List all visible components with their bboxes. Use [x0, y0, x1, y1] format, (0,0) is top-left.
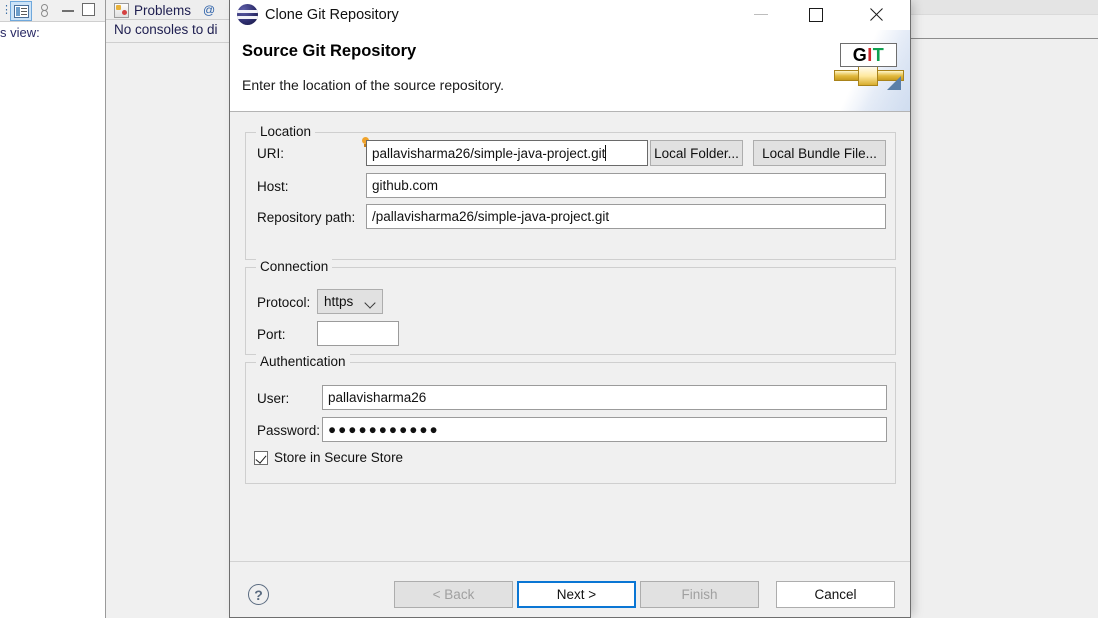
repository-path-input[interactable]: /pallavisharma26/simple-java-project.git [366, 204, 886, 229]
host-label: Host: [257, 179, 289, 194]
protocol-selected-value: https [324, 294, 353, 309]
right-panel-band [899, 0, 1098, 15]
password-input[interactable]: ●●●●●●●●●●● [322, 417, 887, 442]
eclipse-icon [237, 4, 258, 25]
store-in-secure-store-label: Store in Secure Store [274, 450, 403, 465]
minimize-view-icon[interactable] [62, 10, 74, 12]
host-input-value: github.com [372, 178, 438, 193]
tab-problems-label: Problems [134, 3, 191, 18]
dialog-titlebar: Clone Git Repository [230, 0, 910, 30]
minimize-icon[interactable] [738, 0, 784, 30]
problems-icon [114, 3, 129, 18]
back-button[interactable]: < Back [394, 581, 513, 608]
port-input[interactable] [317, 321, 399, 346]
close-icon[interactable] [853, 0, 899, 30]
protocol-label: Protocol: [257, 295, 310, 310]
git-logo-t: T [873, 45, 885, 66]
view-menu-dots-icon[interactable]: ⋮ [1, 3, 7, 19]
connection-group-title: Connection [256, 259, 332, 274]
chevron-down-icon [364, 297, 375, 308]
checkbox-box-icon [254, 451, 268, 465]
at-symbol-icon: @ [203, 3, 215, 17]
text-caret [605, 145, 606, 161]
protocol-select[interactable]: https [317, 289, 383, 314]
user-input-value: pallavisharma26 [328, 390, 426, 405]
maximize-icon[interactable] [793, 0, 839, 30]
local-bundle-file-button[interactable]: Local Bundle File... [753, 140, 886, 166]
dialog-header: Source Git Repository Enter the location… [230, 30, 910, 112]
cancel-button[interactable]: Cancel [776, 581, 895, 608]
tab-problems[interactable]: Problems @ [114, 0, 215, 20]
maximize-view-icon[interactable] [82, 3, 95, 16]
location-group-title: Location [256, 124, 315, 139]
git-logo-g: G [853, 45, 868, 66]
pin-icon[interactable] [38, 3, 48, 19]
view-menu-icon[interactable] [10, 1, 32, 21]
left-panel-clipped-label: s view: [0, 22, 105, 44]
git-valve-graphic [858, 64, 878, 86]
view-toolbar: ⋮ [0, 0, 105, 22]
password-label: Password: [257, 423, 320, 438]
host-input[interactable]: github.com [366, 173, 886, 198]
store-in-secure-store-checkbox[interactable]: Store in Secure Store [254, 450, 403, 465]
dialog-body: Location URI: pallavisharma26/simple-jav… [230, 112, 910, 561]
wizard-banner: GIT [830, 30, 910, 111]
repository-path-label: Repository path: [257, 210, 355, 225]
local-folder-button[interactable]: Local Folder... [650, 140, 743, 166]
next-button[interactable]: Next > [517, 581, 636, 608]
page-description: Enter the location of the source reposit… [242, 77, 504, 93]
port-label: Port: [257, 327, 286, 342]
uri-input[interactable]: pallavisharma26/simple-java-project.git [366, 140, 648, 166]
password-input-value: ●●●●●●●●●●● [328, 422, 440, 437]
view-glyph [14, 5, 29, 18]
finish-button[interactable]: Finish [640, 581, 759, 608]
banner-triangle [887, 76, 901, 90]
dialog-title: Clone Git Repository [265, 0, 399, 30]
clone-git-repository-dialog: Clone Git Repository Source Git Reposito… [229, 0, 911, 618]
repository-path-value: /pallavisharma26/simple-java-project.git [372, 209, 609, 224]
user-label: User: [257, 391, 289, 406]
ide-right-panel [898, 0, 1098, 618]
dialog-footer: ? < Back Next > Finish Cancel [230, 561, 910, 616]
git-logo-icon: GIT [840, 43, 897, 67]
uri-input-value: pallavisharma26/simple-java-project.git [372, 146, 605, 161]
page-title: Source Git Repository [242, 42, 416, 61]
uri-label: URI: [257, 146, 284, 161]
help-question-icon[interactable]: ? [248, 584, 269, 605]
user-input[interactable]: pallavisharma26 [322, 385, 887, 410]
ide-left-panel: ⋮ s view: [0, 0, 106, 618]
right-panel-divider [899, 38, 1098, 39]
authentication-group-title: Authentication [256, 354, 350, 369]
console-empty-message: No consoles to di [114, 20, 218, 40]
